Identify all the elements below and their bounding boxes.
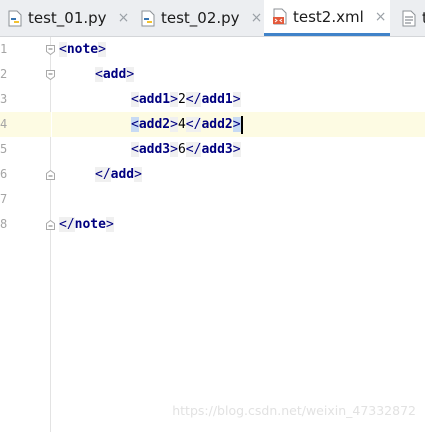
tab-test2-xml[interactable]: test2.xml × bbox=[264, 0, 390, 36]
tag-bracket: < bbox=[131, 92, 139, 107]
tag-bracket: < bbox=[95, 67, 103, 82]
xml-file-icon bbox=[273, 8, 287, 25]
code-line-1[interactable]: <note> bbox=[52, 37, 425, 62]
tag-name: add2 bbox=[201, 117, 233, 132]
tag-bracket: > bbox=[134, 167, 142, 182]
code-line-3[interactable]: <add1>2</add1> bbox=[52, 87, 425, 112]
close-icon[interactable]: × bbox=[118, 10, 130, 26]
tag-bracket: </ bbox=[185, 142, 202, 157]
tag-bracket: </ bbox=[95, 167, 111, 182]
editor-tab-bar: test_01.py × test_02.py × test2.xml × t bbox=[0, 0, 425, 37]
tab-text-file[interactable]: t bbox=[401, 0, 425, 36]
python-file-icon bbox=[141, 10, 155, 26]
tag-bracket: < bbox=[131, 142, 139, 157]
element-value: 2 bbox=[177, 92, 186, 107]
code-line-7[interactable] bbox=[52, 187, 425, 212]
code-line-6[interactable]: </add> bbox=[52, 162, 425, 187]
tag-bracket: > bbox=[232, 92, 241, 107]
tag-bracket: </ bbox=[185, 117, 202, 132]
tag-name: add1 bbox=[138, 92, 171, 107]
line-number: 2 bbox=[0, 67, 8, 81]
element-value: 4 bbox=[177, 117, 186, 132]
line-number: 4 bbox=[0, 117, 8, 131]
tab-label: test2.xml bbox=[293, 7, 364, 26]
code-line-2[interactable]: <add> bbox=[52, 62, 425, 87]
tag-name: note bbox=[74, 217, 106, 232]
tab-label: test_02.py bbox=[161, 9, 240, 27]
line-number: 8 bbox=[0, 217, 8, 231]
tag-bracket: </ bbox=[185, 92, 202, 107]
tag-bracket: </ bbox=[59, 217, 75, 232]
tag-bracket: < bbox=[59, 42, 67, 57]
element-value: 6 bbox=[177, 142, 186, 157]
code-editor[interactable]: <note> <add> <add1>2</add1> <add2>4</add… bbox=[52, 37, 425, 432]
tag-name: note bbox=[66, 42, 99, 57]
code-line-5[interactable]: <add3>6</add3> bbox=[52, 137, 425, 162]
code-line-8[interactable]: </note> bbox=[52, 212, 425, 237]
tag-name: add bbox=[110, 167, 135, 182]
tab-label: test_01.py bbox=[28, 9, 107, 27]
python-file-icon bbox=[8, 10, 22, 26]
tag-bracket: > bbox=[98, 42, 106, 57]
line-number: 6 bbox=[0, 167, 8, 181]
text-cursor bbox=[240, 115, 243, 134]
close-icon[interactable]: × bbox=[251, 10, 263, 26]
tag-name: add bbox=[102, 67, 127, 82]
line-number: 1 bbox=[0, 42, 8, 56]
tab-test-01-py[interactable]: test_01.py × bbox=[7, 0, 129, 36]
tag-bracket: > bbox=[105, 217, 114, 232]
tag-name: add3 bbox=[138, 142, 171, 157]
tag-name: add1 bbox=[201, 92, 233, 107]
tag-name: add3 bbox=[201, 142, 233, 157]
tag-bracket-matched: > bbox=[232, 117, 241, 132]
tag-name: add2 bbox=[138, 117, 171, 132]
close-icon[interactable]: × bbox=[375, 9, 387, 25]
tag-bracket: > bbox=[170, 117, 178, 132]
watermark: https://blog.csdn.net/weixin_47332872 bbox=[172, 403, 416, 418]
tag-bracket: > bbox=[232, 142, 241, 157]
tab-test-02-py[interactable]: test_02.py × bbox=[140, 0, 262, 36]
code-line-4-current[interactable]: <add2>4</add2> bbox=[52, 112, 425, 137]
text-file-icon bbox=[402, 10, 416, 26]
tag-bracket-matched: < bbox=[131, 117, 139, 132]
line-number: 7 bbox=[0, 192, 8, 206]
tag-bracket: > bbox=[170, 92, 178, 107]
line-number: 3 bbox=[0, 92, 8, 106]
tag-bracket: > bbox=[170, 142, 178, 157]
line-number-gutter[interactable]: 1 2 3 4 5 6 7 8 bbox=[0, 37, 55, 432]
line-number: 5 bbox=[0, 142, 8, 156]
tag-bracket: > bbox=[126, 67, 135, 82]
